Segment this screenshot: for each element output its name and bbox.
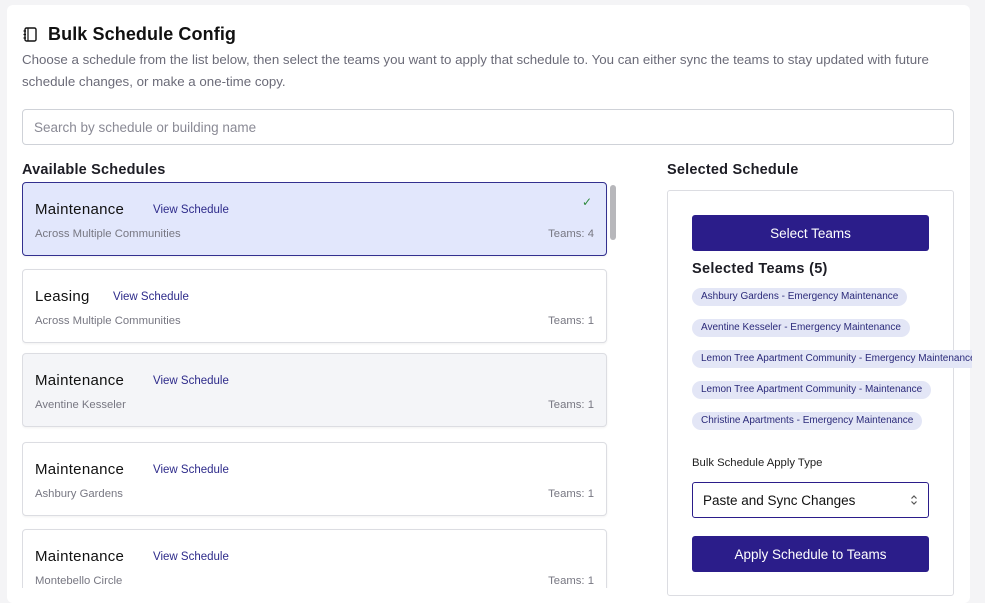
apply-schedule-button[interactable]: Apply Schedule to Teams	[692, 536, 929, 572]
schedule-card[interactable]: Maintenance View Schedule Ashbury Garden…	[22, 442, 607, 516]
schedule-team-count: Teams: 4	[548, 228, 594, 240]
schedule-card[interactable]: Leasing View Schedule Across Multiple Co…	[22, 269, 607, 343]
page-title: Bulk Schedule Config	[48, 24, 237, 44]
page-header: Bulk Schedule Config	[22, 24, 236, 45]
schedule-card[interactable]: Maintenance View Schedule Montebello Cir…	[22, 529, 607, 588]
team-chip: Lemon Tree Apartment Community - Mainten…	[692, 381, 932, 399]
view-schedule-link[interactable]: View Schedule	[153, 551, 229, 563]
apply-type-select[interactable]: Paste and Sync Changes	[692, 482, 929, 518]
schedule-location: Across Multiple Communities	[35, 228, 181, 240]
select-teams-button[interactable]: Select Teams	[692, 215, 929, 251]
team-chip: Christine Apartments - Emergency Mainten…	[692, 412, 923, 430]
schedule-name: Maintenance	[35, 372, 125, 389]
check-icon: ✓	[581, 195, 592, 209]
schedule-team-count: Teams: 1	[548, 488, 594, 500]
apply-type-value: Paste and Sync Changes	[703, 492, 856, 508]
schedule-location: Montebello Circle	[35, 575, 123, 587]
schedule-card[interactable]: Maintenance View Schedule Aventine Kesse…	[22, 353, 607, 427]
notebook-icon	[23, 27, 37, 42]
schedule-name: Leasing	[35, 288, 90, 305]
schedule-location: Aventine Kesseler	[35, 399, 126, 411]
selected-schedule-heading: Selected Schedule	[667, 162, 799, 178]
chevron-up-down-icon	[910, 494, 918, 506]
schedule-name: Maintenance	[35, 201, 125, 218]
team-chip: Lemon Tree Apartment Community - Emergen…	[692, 350, 972, 368]
view-schedule-link[interactable]: View Schedule	[153, 375, 229, 387]
schedule-name: Maintenance	[35, 461, 125, 478]
schedule-card[interactable]: Maintenance View Schedule ✓ Across Multi…	[22, 182, 607, 256]
selected-schedule-panel: Select Teams Selected Teams (5) Ashbury …	[667, 190, 972, 596]
schedule-location: Across Multiple Communities	[35, 315, 181, 327]
schedule-name: Maintenance	[35, 548, 125, 565]
schedule-location: Ashbury Gardens	[35, 488, 123, 500]
page-description: Choose a schedule from the list below, t…	[22, 52, 929, 89]
view-schedule-link[interactable]: View Schedule	[153, 204, 229, 216]
team-chip: Ashbury Gardens - Emergency Maintenance	[692, 288, 908, 306]
list-scrollbar[interactable]	[610, 185, 616, 240]
schedule-team-count: Teams: 1	[548, 399, 594, 411]
available-schedules-heading: Available Schedules	[22, 162, 166, 178]
selected-teams-title: Selected Teams (5)	[692, 261, 828, 277]
view-schedule-link[interactable]: View Schedule	[153, 464, 229, 476]
apply-type-label: Bulk Schedule Apply Type	[692, 457, 823, 469]
schedule-team-count: Teams: 1	[548, 315, 594, 327]
view-schedule-link[interactable]: View Schedule	[113, 291, 189, 303]
schedule-team-count: Teams: 1	[548, 575, 594, 587]
team-chip: Aventine Kesseler - Emergency Maintenanc…	[692, 319, 910, 337]
search-input[interactable]	[22, 109, 954, 145]
schedule-list[interactable]: Maintenance View Schedule ✓ Across Multi…	[22, 182, 618, 588]
